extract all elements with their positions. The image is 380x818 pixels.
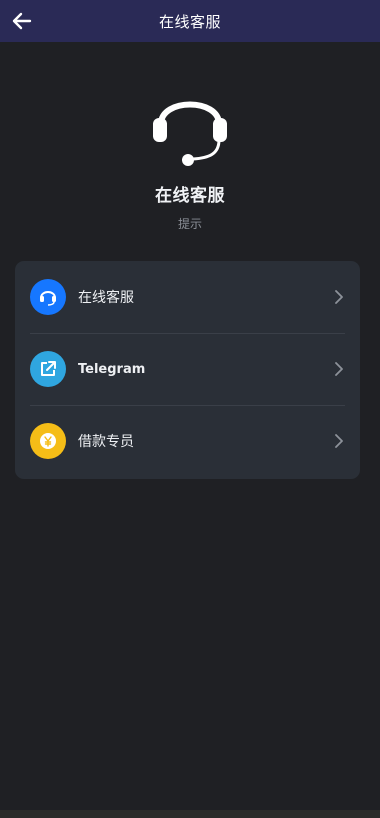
back-button[interactable] <box>10 9 34 33</box>
hero-section: 在线客服 提示 <box>0 86 380 232</box>
headset-icon <box>153 86 227 168</box>
chevron-right-icon <box>335 362 343 376</box>
arrow-left-icon <box>12 12 32 30</box>
external-link-icon <box>30 351 66 387</box>
headset-icon <box>30 279 66 315</box>
yuan-coin-icon <box>30 423 66 459</box>
list-item-loan-specialist[interactable]: 借款专员 <box>15 405 360 477</box>
contact-options-card: 在线客服 Telegram 借款专员 <box>15 261 360 479</box>
bottom-bar <box>0 810 380 818</box>
list-item-label: 在线客服 <box>78 290 134 306</box>
list-item-telegram[interactable]: Telegram <box>15 333 360 405</box>
list-item-label: Telegram <box>78 361 146 377</box>
page-title: 在线客服 <box>158 12 221 31</box>
list-item-label: 借款专员 <box>78 434 134 450</box>
page: 在线客服 在线客服 提示 在线客服 Telegram 借款专员 <box>0 0 380 818</box>
top-bar: 在线客服 <box>0 0 380 42</box>
list-item-online-service[interactable]: 在线客服 <box>15 261 360 333</box>
hero-subtitle: 提示 <box>177 217 202 231</box>
chevron-right-icon <box>335 434 343 448</box>
chevron-right-icon <box>335 290 343 304</box>
hero-title: 在线客服 <box>155 186 225 206</box>
